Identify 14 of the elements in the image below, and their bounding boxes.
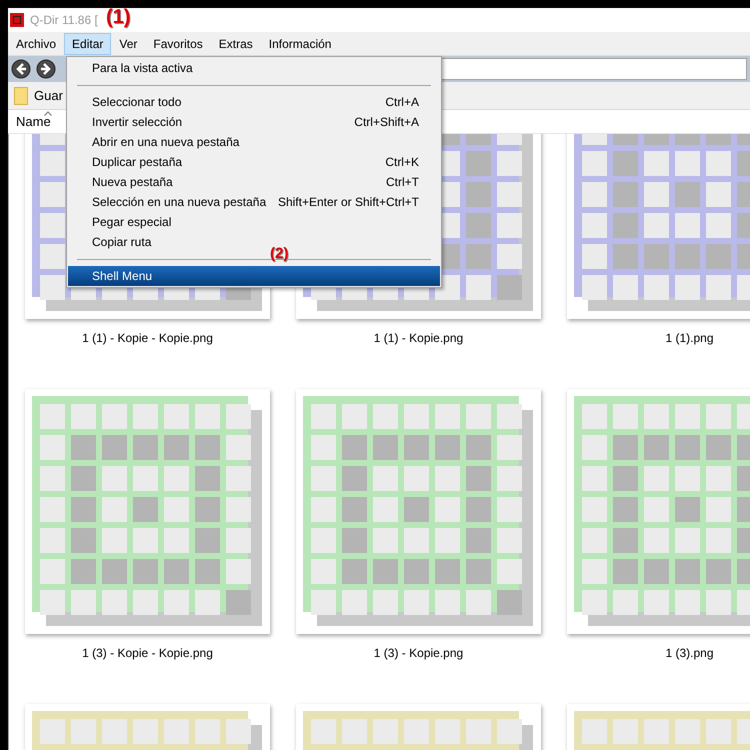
shortcut-text: Ctrl+T [386,174,419,191]
annotation-marker: (1) [106,5,130,29]
file-name: 1 (1).png [665,330,714,347]
window-title: Q-Dir 11.86 [ [30,12,98,29]
file-name: 1 (3).png [665,645,714,662]
annotation-marker: (2) [270,246,288,261]
shortcut-text: Ctrl+K [385,154,419,171]
file-name: 1 (3) - Kopie.png [374,645,464,662]
shortcut-text: Ctrl+A [385,94,419,111]
file-name: 1 (3) - Kopie - Kopie.png [82,645,213,662]
file-name: 1 (1) - Kopie - Kopie.png [82,330,213,347]
shortcut-text: Shift+Enter or Shift+Ctrl+T [278,194,419,211]
shortcut-text: Ctrl+Shift+A [354,114,419,131]
file-name: 1 (1) - Kopie.png [374,330,464,347]
